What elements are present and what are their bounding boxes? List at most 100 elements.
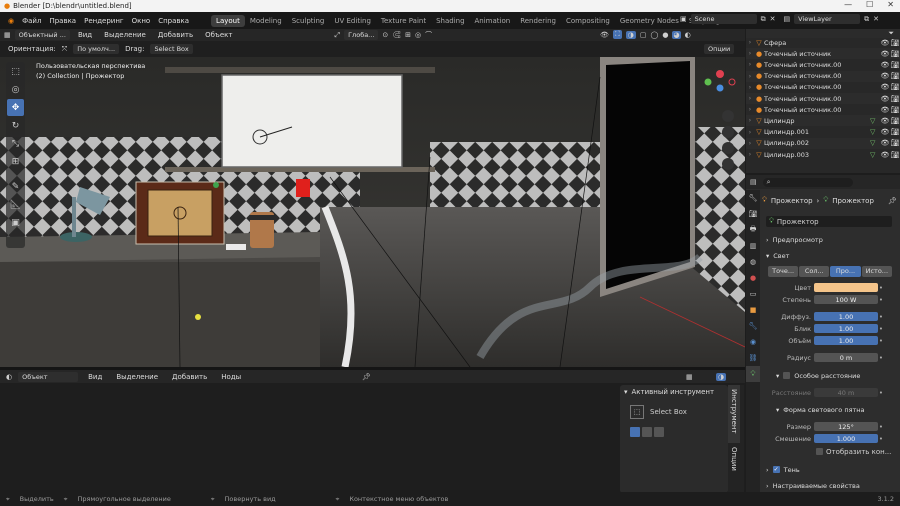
ortho-grid-icon[interactable] [722,158,734,170]
blender-menu-icon[interactable]: ◉ [4,17,18,25]
shadow-panel-header[interactable]: › ✓ Тень [762,464,892,475]
light-type-area[interactable]: Исто... [861,266,893,277]
tab-texture-paint[interactable]: Texture Paint [376,15,431,27]
select-menu[interactable]: Выделение [100,31,150,39]
visibility-eye-icon[interactable]: 👁︎ [880,151,890,159]
light-color-swatch[interactable] [814,283,878,292]
outliner-item-name[interactable]: Точечный источник.00 [764,72,870,80]
viewlayer-selector[interactable]: ViewLayer [794,14,861,24]
spot-blend-field[interactable]: 1.000 [814,434,878,443]
visibility-eye-icon[interactable]: 👁︎ [880,139,890,147]
visibility-eye-icon[interactable]: 👁︎ [880,95,890,103]
radius-field[interactable]: 0 m [814,353,878,362]
tab-uv-editing[interactable]: UV Editing [329,15,376,27]
outliner-item-name[interactable]: Точечный источник.00 [764,95,870,103]
outliner-row[interactable]: › ● Точечный источник.00 👁︎ 📷︎ [746,59,900,70]
expand-arrow-icon[interactable]: › [746,84,754,91]
3d-viewport[interactable] [0,57,745,367]
tab-animation[interactable]: Animation [470,15,516,27]
tab-rendering[interactable]: Rendering [515,15,561,27]
expand-arrow-icon[interactable]: › [746,151,754,158]
world-tab-icon[interactable]: ● [746,270,760,286]
menu-window[interactable]: Окно [128,17,155,25]
transform-orientation-dropdown[interactable]: Глоба... [344,30,379,40]
expand-arrow-icon[interactable]: › [746,61,754,68]
spot-size-field[interactable]: 125° [814,422,878,431]
visibility-icon[interactable]: 👁︎ [600,31,609,39]
delete-scene-icon[interactable]: ✕ [770,15,776,23]
node-mode-selector[interactable]: Объект [18,371,79,382]
custom-props-header[interactable]: › Настраиваемые свойства [762,480,892,491]
tab-geometry-nodes[interactable]: Geometry Nodes [615,15,684,27]
pin-icon[interactable]: 📌︎ [888,197,897,205]
render-tab-icon[interactable]: 📷︎ [746,206,760,222]
drag-dropdown[interactable]: Select Box [150,44,193,54]
show-cone-row[interactable]: Отобразить кон... [762,446,892,457]
visibility-eye-icon[interactable]: 👁︎ [880,39,890,47]
light-panel-header[interactable]: ▾ Свет [762,250,892,261]
measure-tool-icon[interactable]: 📐︎ [7,196,24,213]
tab-modeling[interactable]: Modeling [245,15,287,27]
specular-field[interactable]: 1.00 [814,324,878,333]
render-camera-icon[interactable]: 📷︎ [890,61,900,69]
data-tab-icon[interactable]: 💡︎ [746,366,760,382]
expand-arrow-icon[interactable]: › [746,95,754,102]
outliner-item-name[interactable]: Цилиндр.002 [764,139,870,147]
snap-settings-icon[interactable]: ⊞ [405,31,411,39]
light-type-spot[interactable]: Про... [830,266,861,277]
shadow-checkbox[interactable]: ✓ [772,466,780,473]
keyframe-icon[interactable]: • [878,296,884,304]
scale-tool-icon[interactable]: ⤡ [7,135,24,152]
node-view-menu[interactable]: Вид [84,373,106,381]
keyframe-icon[interactable]: • [878,354,884,362]
gizmo-z-axis[interactable] [716,70,724,78]
gizmo-toggle-icon[interactable]: ⛶ [612,30,622,39]
show-cone-checkbox[interactable] [816,448,823,455]
outliner-item-name[interactable]: Цилиндр [764,117,870,125]
zoom-icon[interactable] [722,110,734,122]
gizmo-neg-axis[interactable] [728,78,736,86]
new-scene-icon[interactable]: ⧉ [761,15,766,24]
shading-rendered-icon[interactable]: ◐ [685,31,691,39]
rotate-tool-icon[interactable]: ↻ [7,117,24,134]
view-menu[interactable]: Вид [74,31,96,39]
render-camera-icon[interactable]: 📷︎ [890,39,900,47]
gizmo-x-axis[interactable] [716,84,724,92]
editor-type-icon[interactable]: ▦ [4,31,11,39]
expand-arrow-icon[interactable]: › [746,117,754,124]
render-camera-icon[interactable]: 📷︎ [890,151,900,159]
outliner-row[interactable]: › ▽ Цилиндр.003 ▽ 👁︎ 📷︎ [746,149,900,160]
outliner-row[interactable]: › ● Точечный источник.00 👁︎ 📷︎ [746,104,900,115]
outliner-item-name[interactable]: Сфера [764,39,870,47]
object-menu[interactable]: Объект [201,31,236,39]
scene-tab-icon[interactable]: ◍ [746,254,760,270]
tab-shading[interactable]: Shading [431,15,469,27]
minimize-button[interactable]: — [844,0,852,9]
custom-distance-checkbox[interactable] [783,372,791,379]
outliner-row[interactable]: › ● Точечный источник.00 👁︎ 📷︎ [746,93,900,104]
pin-icon[interactable]: 📌︎ [362,373,371,381]
outliner-item-name[interactable]: Цилиндр.001 [764,128,870,136]
visibility-eye-icon[interactable]: 👁︎ [880,50,890,58]
mode-selector[interactable]: Объектный ... [14,30,70,40]
modifier-tab-icon[interactable]: 🔧︎ [746,318,760,334]
outliner-item-name[interactable]: Точечный источник.00 [764,106,870,114]
mode-subtract-icon[interactable] [654,427,664,437]
active-tool-row[interactable]: ⬚ Select Box [620,399,728,425]
cursor-tool-icon[interactable]: ◎ [7,81,24,98]
menu-render[interactable]: Рендеринг [80,17,128,25]
visibility-eye-icon[interactable]: 👁︎ [880,83,890,91]
mode-new-icon[interactable] [630,427,640,437]
outliner-row[interactable]: › ▽ Цилиндр.002 ▽ 👁︎ 📷︎ [746,137,900,149]
outliner-row[interactable]: › ● Точечный источник.00 👁︎ 📷︎ [746,82,900,93]
outliner-row[interactable]: › ● Точечный источник 👁︎ 📷︎ [746,48,900,60]
camera-view-icon[interactable] [722,142,734,154]
custom-distance-header[interactable]: ▾ Особое расстояние [762,370,892,381]
properties-editor-icon[interactable]: ▤ [750,178,757,186]
render-camera-icon[interactable]: 📷︎ [890,106,900,114]
keyframe-icon[interactable]: • [878,313,884,321]
node-select-menu[interactable]: Выделение [112,373,162,381]
physics-tab-icon[interactable]: ◉ [746,334,760,350]
pan-hand-icon[interactable] [722,126,734,138]
constraints-tab-icon[interactable]: ⛓︎ [746,350,760,366]
